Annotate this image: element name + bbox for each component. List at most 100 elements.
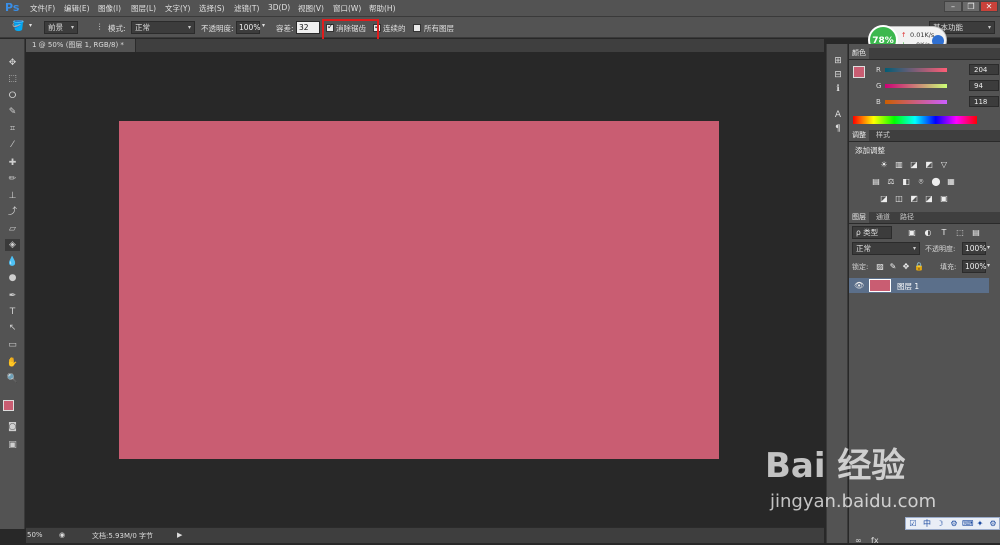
screen-mode-icon[interactable]: ▣ <box>5 439 20 451</box>
exposure-icon[interactable]: ◩ <box>924 160 934 169</box>
type-tool-icon[interactable]: T <box>5 306 20 318</box>
lock-all-icon[interactable]: 🔒 <box>914 262 924 271</box>
quick-select-tool-icon[interactable]: ✎ <box>5 106 20 118</box>
menu-3d[interactable]: 3D(D) <box>268 3 290 12</box>
tab-paths[interactable]: 路径 <box>897 212 917 223</box>
curves-icon[interactable]: ◪ <box>909 160 919 169</box>
layer-style-icon[interactable]: fx <box>871 536 879 545</box>
levels-icon[interactable]: ▥ <box>894 160 904 169</box>
ime-chinese-icon[interactable]: 中 <box>922 519 932 529</box>
eyedropper-tool-icon[interactable]: ⁄ <box>5 139 20 151</box>
ime-skin-icon[interactable]: ✦ <box>975 519 985 529</box>
color-g-value[interactable]: 94 <box>969 80 999 91</box>
zoom-level[interactable]: 50% <box>27 531 43 539</box>
pattern-picker-icon[interactable]: ⋮ <box>96 22 104 31</box>
layer-filter-select[interactable]: ρ 类型 <box>852 226 892 239</box>
opacity-caret-icon[interactable]: ▾ <box>262 22 265 29</box>
tab-adjustments[interactable]: 调整 <box>849 130 869 141</box>
paint-bucket-icon[interactable]: 🪣 <box>12 21 24 32</box>
brush-tool-icon[interactable]: ✏ <box>5 173 20 185</box>
layer-fill-field[interactable]: 100% <box>962 260 986 273</box>
color-b-value[interactable]: 118 <box>969 96 999 107</box>
minimize-button[interactable]: – <box>944 1 962 12</box>
menu-image[interactable]: 图像(I) <box>98 3 121 14</box>
ime-settings-icon[interactable]: ⚙ <box>949 519 959 529</box>
tab-channels[interactable]: 通道 <box>873 212 893 223</box>
photo-filter-icon[interactable]: ⌾ <box>916 177 926 186</box>
filter-smart-icon[interactable]: ▤ <box>971 228 981 237</box>
color-spectrum-ramp[interactable] <box>853 116 977 124</box>
tab-color[interactable]: 颜色 <box>849 48 869 59</box>
invert-icon[interactable]: ◪ <box>879 194 889 203</box>
color-r-value[interactable]: 204 <box>969 64 999 75</box>
menu-help[interactable]: 帮助(H) <box>369 3 396 14</box>
foreground-color-swatch[interactable] <box>3 400 14 411</box>
status-menu-arrow-icon[interactable]: ▶ <box>177 531 182 539</box>
info-panel-icon[interactable]: ℹ <box>832 84 844 96</box>
filter-pixel-icon[interactable]: ▣ <box>907 228 917 237</box>
layer-name[interactable]: 图层 1 <box>897 281 919 292</box>
quick-mask-icon[interactable]: ◙ <box>5 421 20 433</box>
visibility-eye-icon[interactable]: 👁 <box>854 281 864 290</box>
ime-check-icon[interactable]: ☑ <box>908 519 918 529</box>
zoom-tool-icon[interactable]: 🔍 <box>5 373 20 385</box>
document-tab[interactable]: 1 @ 50% (图层 1, RGB/8) * × <box>26 39 136 62</box>
lasso-tool-icon[interactable]: ⵔ <box>5 90 20 102</box>
selective-color-icon[interactable]: ▣ <box>939 194 949 203</box>
blur-tool-icon[interactable]: 💧 <box>5 256 20 268</box>
status-info-icon[interactable]: ◉ <box>59 531 65 539</box>
ime-keyboard-icon[interactable]: ⌨ <box>962 519 974 529</box>
tab-styles[interactable]: 样式 <box>873 130 893 141</box>
path-select-tool-icon[interactable]: ↖ <box>5 322 20 334</box>
tool-preset-caret-icon[interactable]: ▾ <box>29 22 32 29</box>
dodge-tool-icon[interactable]: ● <box>5 272 20 284</box>
posterize-icon[interactable]: ◫ <box>894 194 904 203</box>
mode-select[interactable]: 正常 ▾ <box>131 21 195 34</box>
close-button[interactable]: ✕ <box>980 1 998 12</box>
paint-bucket-tool-icon[interactable]: ◈ <box>5 239 20 251</box>
ime-gear-icon[interactable]: ⚙ <box>988 519 998 529</box>
paragraph-panel-icon[interactable]: ¶ <box>832 124 844 136</box>
move-tool-icon[interactable]: ✥ <box>5 57 20 69</box>
menu-edit[interactable]: 编辑(E) <box>64 3 90 14</box>
threshold-icon[interactable]: ◩ <box>909 194 919 203</box>
crop-tool-icon[interactable]: ⌗ <box>5 123 20 135</box>
color-foreground-swatch[interactable] <box>853 66 865 78</box>
tolerance-field[interactable]: 32 <box>296 21 320 34</box>
filter-type-icon[interactable]: T <box>939 228 949 237</box>
menu-type[interactable]: 文字(Y) <box>165 3 190 14</box>
color-b-slider[interactable] <box>885 100 947 104</box>
character-panel-icon[interactable]: A <box>832 110 844 122</box>
menu-layer[interactable]: 图层(L) <box>131 3 156 14</box>
lock-position-icon[interactable]: ✥ <box>901 262 911 271</box>
ime-moon-icon[interactable]: ☽ <box>935 519 945 529</box>
filter-adjustment-icon[interactable]: ◐ <box>923 228 933 237</box>
layer-opacity-caret-icon[interactable]: ▾ <box>987 244 990 251</box>
shape-tool-icon[interactable]: ▭ <box>5 339 20 351</box>
blend-mode-select[interactable]: 正常 ▾ <box>852 242 920 255</box>
marquee-tool-icon[interactable]: ⬚ <box>5 73 20 85</box>
eraser-tool-icon[interactable]: ▱ <box>5 223 20 235</box>
tab-layers[interactable]: 图层 <box>849 212 869 223</box>
healing-brush-tool-icon[interactable]: ✚ <box>5 157 20 169</box>
history-panel-icon[interactable]: ⊞ <box>832 56 844 68</box>
layer-opacity-field[interactable]: 100% <box>962 242 986 255</box>
hue-saturation-icon[interactable]: ▤ <box>871 177 881 186</box>
layer-row[interactable]: 👁 图层 1 <box>849 278 989 293</box>
filter-shape-icon[interactable]: ⬚ <box>955 228 965 237</box>
fill-source-select[interactable]: 前景 ▾ <box>44 21 78 34</box>
restore-button[interactable]: ❐ <box>962 1 980 12</box>
history-brush-tool-icon[interactable]: ⤴ <box>5 206 20 218</box>
pen-tool-icon[interactable]: ✒ <box>5 290 20 302</box>
menu-file[interactable]: 文件(F) <box>30 3 55 14</box>
gradient-map-icon[interactable]: ◪ <box>924 194 934 203</box>
black-white-icon[interactable]: ◧ <box>901 177 911 186</box>
channel-mixer-icon[interactable]: ⬤ <box>931 177 941 186</box>
layer-fill-caret-icon[interactable]: ▾ <box>987 262 990 269</box>
vibrance-icon[interactable]: ▽ <box>939 160 949 169</box>
menu-select[interactable]: 选择(S) <box>199 3 225 14</box>
all-layers-checkbox[interactable] <box>413 24 421 32</box>
properties-panel-icon[interactable]: ⊟ <box>832 70 844 82</box>
menu-window[interactable]: 窗口(W) <box>333 3 361 14</box>
lock-transparent-icon[interactable]: ▨ <box>875 262 885 271</box>
